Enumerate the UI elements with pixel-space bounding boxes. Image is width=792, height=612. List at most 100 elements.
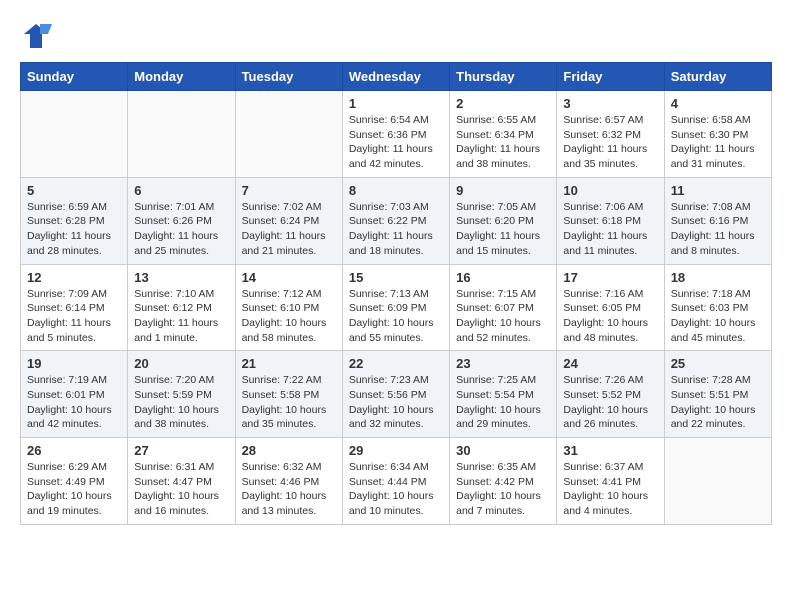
day-number: 18: [671, 270, 765, 285]
day-info: Sunrise: 7:09 AM Sunset: 6:14 PM Dayligh…: [27, 287, 121, 346]
day-number: 6: [134, 183, 228, 198]
day-info: Sunrise: 7:18 AM Sunset: 6:03 PM Dayligh…: [671, 287, 765, 346]
day-info: Sunrise: 6:34 AM Sunset: 4:44 PM Dayligh…: [349, 460, 443, 519]
calendar-cell: 17 Sunrise: 7:16 AM Sunset: 6:05 PM Dayli…: [557, 264, 664, 351]
day-info: Sunrise: 6:29 AM Sunset: 4:49 PM Dayligh…: [27, 460, 121, 519]
day-number: 9: [456, 183, 550, 198]
day-info: Sunrise: 7:26 AM Sunset: 5:52 PM Dayligh…: [563, 373, 657, 432]
day-number: 11: [671, 183, 765, 198]
day-number: 13: [134, 270, 228, 285]
day-number: 1: [349, 96, 443, 111]
calendar-cell: 21 Sunrise: 7:22 AM Sunset: 5:58 PM Dayli…: [235, 351, 342, 438]
day-info: Sunrise: 7:03 AM Sunset: 6:22 PM Dayligh…: [349, 200, 443, 259]
calendar-cell: 15Sunrise: 7:13 AM Sunset: 6:09 PM Dayli…: [342, 264, 449, 351]
calendar-cell: [235, 91, 342, 178]
calendar-cell: 7 Sunrise: 7:02 AM Sunset: 6:24 PM Daylig…: [235, 177, 342, 264]
day-info: Sunrise: 7:16 AM Sunset: 6:05 PM Dayligh…: [563, 287, 657, 346]
calendar-cell: 22 Sunrise: 7:23 AM Sunset: 5:56 PM Dayli…: [342, 351, 449, 438]
day-number: 28: [242, 443, 336, 458]
calendar-cell: 4 Sunrise: 6:58 AM Sunset: 6:30 PM Daylig…: [664, 91, 771, 178]
day-number: 4: [671, 96, 765, 111]
day-number: 24: [563, 356, 657, 371]
day-number: 17: [563, 270, 657, 285]
day-info: Sunrise: 6:58 AM Sunset: 6:30 PM Dayligh…: [671, 113, 765, 172]
weekday-header-friday: Friday: [557, 63, 664, 91]
calendar-cell: 26 Sunrise: 6:29 AM Sunset: 4:49 PM Dayli…: [21, 438, 128, 525]
day-info: Sunrise: 7:22 AM Sunset: 5:58 PM Dayligh…: [242, 373, 336, 432]
day-number: 2: [456, 96, 550, 111]
day-number: 31: [563, 443, 657, 458]
day-info: Sunrise: 7:28 AM Sunset: 5:51 PM Dayligh…: [671, 373, 765, 432]
calendar-cell: 3 Sunrise: 6:57 AM Sunset: 6:32 PM Daylig…: [557, 91, 664, 178]
day-info: Sunrise: 7:05 AM Sunset: 6:20 PM Dayligh…: [456, 200, 550, 259]
day-number: 25: [671, 356, 765, 371]
calendar-cell: 2 Sunrise: 6:55 AM Sunset: 6:34 PM Daylig…: [450, 91, 557, 178]
weekday-header-sunday: Sunday: [21, 63, 128, 91]
calendar-cell: 24 Sunrise: 7:26 AM Sunset: 5:52 PM Dayli…: [557, 351, 664, 438]
weekday-header-wednesday: Wednesday: [342, 63, 449, 91]
day-info: Sunrise: 7:20 AM Sunset: 5:59 PM Dayligh…: [134, 373, 228, 432]
day-number: 19: [27, 356, 121, 371]
day-number: 26: [27, 443, 121, 458]
logo: [20, 20, 56, 52]
day-info: Sunrise: 7:06 AM Sunset: 6:18 PM Dayligh…: [563, 200, 657, 259]
day-number: 8: [349, 183, 443, 198]
calendar-cell: 11 Sunrise: 7:08 AM Sunset: 6:16 PM Dayli…: [664, 177, 771, 264]
day-number: 30: [456, 443, 550, 458]
calendar-cell: 25 Sunrise: 7:28 AM Sunset: 5:51 PM Dayli…: [664, 351, 771, 438]
calendar-cell: 30 Sunrise: 6:35 AM Sunset: 4:42 PM Dayli…: [450, 438, 557, 525]
day-info: Sunrise: 7:12 AM Sunset: 6:10 PM Dayligh…: [242, 287, 336, 346]
calendar-cell: 27 Sunrise: 6:31 AM Sunset: 4:47 PM Dayli…: [128, 438, 235, 525]
weekday-header-monday: Monday: [128, 63, 235, 91]
day-info: Sunrise: 7:19 AM Sunset: 6:01 PM Dayligh…: [27, 373, 121, 432]
calendar-cell: 19 Sunrise: 7:19 AM Sunset: 6:01 PM Dayli…: [21, 351, 128, 438]
calendar-cell: 6 Sunrise: 7:01 AM Sunset: 6:26 PM Daylig…: [128, 177, 235, 264]
day-number: 5: [27, 183, 121, 198]
calendar-week-3: 12 Sunrise: 7:09 AM Sunset: 6:14 PM Dayli…: [21, 264, 772, 351]
day-info: Sunrise: 7:01 AM Sunset: 6:26 PM Dayligh…: [134, 200, 228, 259]
page-header: [20, 20, 772, 52]
day-info: Sunrise: 6:35 AM Sunset: 4:42 PM Dayligh…: [456, 460, 550, 519]
weekday-header-thursday: Thursday: [450, 63, 557, 91]
calendar-cell: [21, 91, 128, 178]
day-info: Sunrise: 6:57 AM Sunset: 6:32 PM Dayligh…: [563, 113, 657, 172]
day-number: 22: [349, 356, 443, 371]
day-info: Sunrise: 6:32 AM Sunset: 4:46 PM Dayligh…: [242, 460, 336, 519]
calendar-cell: 10 Sunrise: 7:06 AM Sunset: 6:18 PM Dayli…: [557, 177, 664, 264]
day-info: Sunrise: 6:31 AM Sunset: 4:47 PM Dayligh…: [134, 460, 228, 519]
calendar-week-2: 5Sunrise: 6:59 AM Sunset: 6:28 PM Daylig…: [21, 177, 772, 264]
day-info: Sunrise: 7:15 AM Sunset: 6:07 PM Dayligh…: [456, 287, 550, 346]
day-info: Sunrise: 6:37 AM Sunset: 4:41 PM Dayligh…: [563, 460, 657, 519]
day-info: Sunrise: 7:08 AM Sunset: 6:16 PM Dayligh…: [671, 200, 765, 259]
calendar-cell: 1 Sunrise: 6:54 AM Sunset: 6:36 PM Daylig…: [342, 91, 449, 178]
day-number: 12: [27, 270, 121, 285]
day-info: Sunrise: 6:54 AM Sunset: 6:36 PM Dayligh…: [349, 113, 443, 172]
calendar-cell: 20 Sunrise: 7:20 AM Sunset: 5:59 PM Dayli…: [128, 351, 235, 438]
day-number: 29: [349, 443, 443, 458]
day-number: 27: [134, 443, 228, 458]
day-number: 10: [563, 183, 657, 198]
calendar-cell: 29 Sunrise: 6:34 AM Sunset: 4:44 PM Dayli…: [342, 438, 449, 525]
calendar-week-5: 26 Sunrise: 6:29 AM Sunset: 4:49 PM Dayli…: [21, 438, 772, 525]
calendar-table: SundayMondayTuesdayWednesdayThursdayFrid…: [20, 62, 772, 525]
day-info: Sunrise: 7:02 AM Sunset: 6:24 PM Dayligh…: [242, 200, 336, 259]
day-info: Sunrise: 7:13 AM Sunset: 6:09 PM Dayligh…: [349, 287, 443, 346]
calendar-cell: 5Sunrise: 6:59 AM Sunset: 6:28 PM Daylig…: [21, 177, 128, 264]
calendar-cell: 23Sunrise: 7:25 AM Sunset: 5:54 PM Dayli…: [450, 351, 557, 438]
calendar-cell: 14 Sunrise: 7:12 AM Sunset: 6:10 PM Dayli…: [235, 264, 342, 351]
day-number: 20: [134, 356, 228, 371]
calendar-cell: 13Sunrise: 7:10 AM Sunset: 6:12 PM Dayli…: [128, 264, 235, 351]
calendar-cell: [128, 91, 235, 178]
calendar-cell: 9 Sunrise: 7:05 AM Sunset: 6:20 PM Daylig…: [450, 177, 557, 264]
day-number: 3: [563, 96, 657, 111]
day-number: 21: [242, 356, 336, 371]
day-info: Sunrise: 7:23 AM Sunset: 5:56 PM Dayligh…: [349, 373, 443, 432]
weekday-header-tuesday: Tuesday: [235, 63, 342, 91]
day-info: Sunrise: 6:55 AM Sunset: 6:34 PM Dayligh…: [456, 113, 550, 172]
day-info: Sunrise: 7:25 AM Sunset: 5:54 PM Dayligh…: [456, 373, 550, 432]
day-number: 7: [242, 183, 336, 198]
day-number: 14: [242, 270, 336, 285]
calendar-week-4: 19 Sunrise: 7:19 AM Sunset: 6:01 PM Dayli…: [21, 351, 772, 438]
logo-icon: [20, 20, 52, 52]
calendar-cell: 8 Sunrise: 7:03 AM Sunset: 6:22 PM Daylig…: [342, 177, 449, 264]
